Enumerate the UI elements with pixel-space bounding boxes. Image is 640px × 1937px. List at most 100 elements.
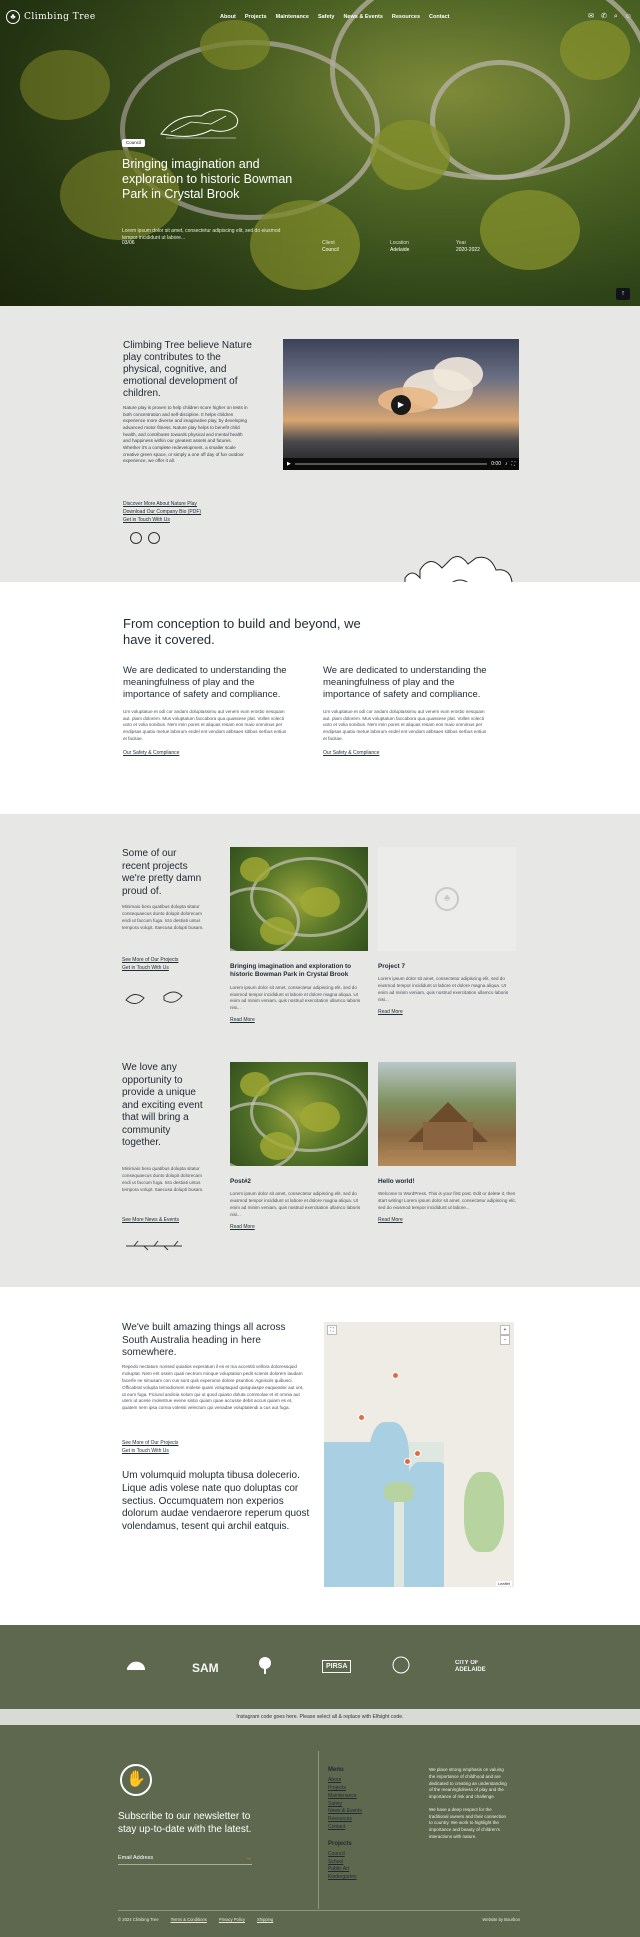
map-pin-icon[interactable] [414,1450,421,1457]
shipping-link[interactable]: Shipping [257,1917,273,1923]
footer-text-childhood: We place strong emphasis on valuing the … [429,1767,507,1799]
news-image[interactable] [378,1062,516,1166]
see-more-projects-link[interactable]: See More of Our Projects [122,1439,178,1447]
branch-doodle-icon [126,1240,182,1251]
search-icon[interactable]: ⌕ [614,12,618,21]
email-placeholder[interactable]: Email Address [118,1855,153,1861]
progress-track[interactable] [294,463,488,465]
footer-link-contact[interactable]: Contact [328,1824,362,1832]
news-image[interactable] [230,1062,368,1166]
footer-menu-heading: Menu [328,1767,344,1773]
arrow-up-icon: ↑ [621,290,625,297]
zoom-out-button[interactable]: − [500,1335,510,1345]
map-pin-icon[interactable] [404,1458,411,1465]
news-card[interactable]: Post#2 Lorem ipsum dolor sit amet, conse… [230,1062,368,1231]
map-attribution[interactable]: Leaflet [495,1580,512,1586]
fullscreen-icon[interactable]: ⛶ [511,461,515,468]
project-image-placeholder[interactable]: ♣ [378,847,516,951]
logo[interactable]: ♣ Climbing Tree [6,10,96,24]
footer-text-owners: We have a deep respect for the tradition… [429,1806,507,1839]
location-label: Location [390,240,409,246]
project-card[interactable]: ♣ Project 7 Lorem ipsum dolor sit amet, … [378,847,516,1016]
read-more-link[interactable]: Read More [378,1009,516,1016]
news-title[interactable]: Post#2 [230,1178,368,1186]
news-card[interactable]: Hello world! Welcome to WordPress. This … [378,1062,516,1224]
footer-link-resources[interactable]: Resources [328,1816,362,1824]
service-heading: We are dedicated to understanding the me… [123,665,287,700]
scroll-top-button[interactable]: ↑ [616,288,630,300]
client-value: Council [322,246,339,253]
pirsa-logo: PIRSA [322,1660,352,1674]
about-body: Nature play is proven to help children s… [123,405,248,464]
nav-item-contact[interactable]: Contact [429,14,449,21]
nav-item-projects[interactable]: Projects [245,14,267,21]
nav-item-news-events[interactable]: News & Events [343,14,382,21]
phone-icon[interactable]: ✆ [601,12,607,21]
hero-title: Bringing imagination and exploration to … [122,157,293,201]
nav-item-maintenance[interactable]: Maintenance [276,14,309,21]
subscribe-heading: Subscribe to our newsletter to stay up-t… [118,1811,252,1835]
projects-map[interactable]: ⛶ + − Leaflet [324,1322,514,1587]
footer-link-council[interactable]: Council [328,1851,362,1859]
read-more-link[interactable]: Read More [230,1224,368,1231]
location-value: Adelaide [390,246,410,253]
see-more-news-link[interactable]: See More News & Events [122,1216,179,1224]
read-more-link[interactable]: Read More [378,1217,516,1224]
client-label: Client [322,240,335,246]
user-icon[interactable]: ☺ [625,12,632,21]
nav-icons: ✉ ✆ ⌕ ☺ [588,12,632,21]
mail-icon[interactable]: ✉ [588,12,594,21]
nav-item-about[interactable]: About [220,14,236,21]
nav-item-resources[interactable]: Resources [392,14,420,21]
read-more-link[interactable]: Read More [230,1017,368,1024]
contact-link[interactable]: Get in Touch With Us [122,1447,178,1455]
see-more-projects-link[interactable]: See More of Our Projects [122,956,178,964]
news-excerpt: Welcome to WordPress. This is your first… [378,1191,516,1211]
footer-link-safety[interactable]: Safety [328,1801,362,1809]
hero-client: Client Council [322,240,339,254]
about-links: Discover More About Nature Play Download… [123,500,201,524]
site-credit[interactable]: Website by Bourbon [482,1917,520,1923]
project-title[interactable]: Project 7 [378,963,516,971]
safety-link[interactable]: Our Safety & Compliance [123,750,288,757]
playground-structure [388,1102,506,1156]
company-bio-link[interactable]: Download Our Company Bio (PDF) [123,508,201,516]
project-card[interactable]: Bringing imagination and exploration to … [230,847,368,1024]
play-small-icon[interactable]: ▶ [287,461,291,468]
footer-link-kindergarten[interactable]: Kindergarten [328,1874,362,1882]
safety-link[interactable]: Our Safety & Compliance [323,750,488,757]
footer [0,1725,640,1937]
footer-link-about[interactable]: About [328,1777,362,1785]
footer-link-projects[interactable]: Projects [328,1785,362,1793]
news-title[interactable]: Hello world! [378,1178,516,1186]
tree-logo-icon: ♣ [6,10,20,24]
footer-link-news-events[interactable]: News & Events [328,1808,362,1816]
footer-link-maintenance[interactable]: Maintenance [328,1793,362,1801]
map-heading: We've built amazing things all across So… [122,1322,286,1358]
email-field[interactable]: Email Address → [118,1854,252,1866]
contact-link[interactable]: Get in Touch With Us [123,516,201,524]
arrow-right-icon[interactable]: → [245,1854,252,1863]
map-pin-icon[interactable] [358,1414,365,1421]
projects-links: See More of Our Projects Get in Touch Wi… [122,956,178,972]
category-badge: Council [122,139,146,148]
bee-doodle-icon [148,532,160,544]
hand-logo-icon: ✋ [120,1764,152,1796]
terms-link[interactable]: Terms & Conditions [171,1917,207,1923]
play-icon[interactable]: ▶ [391,395,411,415]
nature-play-link[interactable]: Discover More About Nature Play [123,500,201,508]
project-image[interactable] [230,847,368,951]
zoom-in-button[interactable]: + [500,1325,510,1335]
footer-link-school[interactable]: School [328,1859,362,1867]
project-title[interactable]: Bringing imagination and exploration to … [230,963,368,980]
volume-icon[interactable]: ♪ [505,461,508,468]
hero-location: Location Adelaide [390,240,409,254]
contact-link[interactable]: Get in Touch With Us [122,964,178,972]
video-player[interactable]: ▶ ▶ 0:00 ♪ ⛶ [283,339,519,470]
fullscreen-icon[interactable]: ⛶ [327,1325,337,1335]
nav-item-safety[interactable]: Safety [318,14,335,21]
map-pin-icon[interactable] [392,1372,399,1379]
footer-link-public-art[interactable]: Public Art [328,1866,362,1874]
service-column: We are dedicated to understanding the me… [123,665,288,757]
privacy-link[interactable]: Privacy Policy [219,1917,245,1923]
